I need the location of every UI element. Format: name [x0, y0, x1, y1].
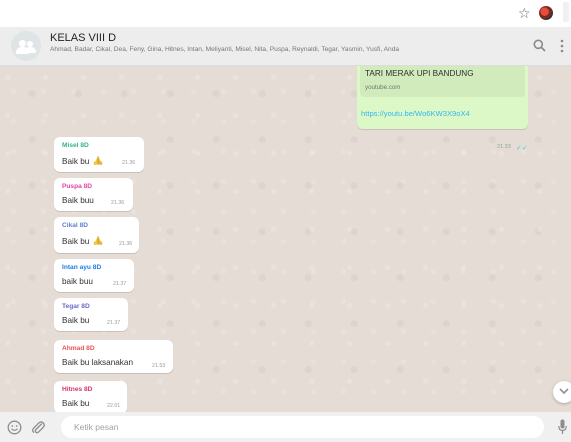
- group-title[interactable]: KELAS VIII D: [50, 32, 116, 44]
- attach-icon[interactable]: [31, 419, 45, 435]
- sender-name: Ahmad 8D: [62, 345, 95, 352]
- outgoing-message[interactable]: TARI MERAK UPI BANDUNG youtube.com https…: [357, 66, 528, 152]
- message-text-content: Baik bu: [62, 237, 90, 246]
- browser-toolbar: ☆: [0, 0, 571, 27]
- message-text: Baik buu: [62, 196, 94, 205]
- chevron-down-icon: [559, 388, 569, 395]
- double-check-icon: ✓✓: [516, 144, 528, 152]
- message-time: 21.37: [107, 320, 121, 326]
- compose-bar: [0, 412, 571, 442]
- browser-menu-edge: [563, 2, 569, 22]
- message-text: Baik bu: [62, 235, 104, 246]
- chat-area: TARI MERAK UPI BANDUNG youtube.com https…: [0, 66, 571, 412]
- extension-avatar-icon[interactable]: [539, 6, 553, 20]
- link-preview[interactable]: TARI MERAK UPI BANDUNG youtube.com: [360, 66, 525, 97]
- group-members-list: Ahmad, Badar, Cikal, Dea, Feny, Gina, Hi…: [50, 46, 400, 53]
- link-preview-domain: youtube.com: [365, 84, 401, 91]
- scroll-down-button[interactable]: [553, 381, 571, 403]
- sender-name: Cikal 8D: [62, 222, 89, 229]
- message-text: Baik bu: [62, 399, 90, 408]
- message-time: 21.37: [113, 281, 127, 287]
- message-bubble[interactable]: Ahmad 8D Baik bu laksanakan 21.53: [54, 340, 173, 373]
- folded-hands-emoji-icon: [93, 156, 103, 165]
- message-text: Baik bu laksanakan: [62, 358, 134, 367]
- sender-name: Hitnes 8D: [62, 386, 93, 393]
- folded-hands-emoji-icon: [93, 236, 103, 245]
- group-avatar-icon[interactable]: [11, 31, 41, 61]
- message-bubble[interactable]: Cikal 8D Baik bu 21.36: [54, 217, 139, 253]
- sender-name: Tegar 8D: [62, 303, 90, 310]
- message-bubble[interactable]: Puspa 8D Baik buu 21.36: [54, 178, 133, 211]
- sender-name: Intan ayu 8D: [62, 264, 102, 271]
- link-preview-title: TARI MERAK UPI BANDUNG: [365, 69, 474, 78]
- message-bubble[interactable]: Tegar 8D Baik bu 21.37: [54, 298, 128, 331]
- message-time: 21.33: [497, 144, 511, 150]
- message-bubble[interactable]: Hitnes 8D Baik bu 22.01: [54, 381, 127, 412]
- message-input[interactable]: [61, 416, 544, 438]
- message-text-content: Baik bu: [62, 157, 90, 166]
- message-time: 22.01: [107, 403, 121, 409]
- message-bubble[interactable]: Misel 8D Baik bu 21.36: [54, 137, 144, 172]
- message-time: 21.36: [111, 200, 125, 206]
- chat-header: KELAS VIII D Ahmad, Badar, Cikal, Dea, F…: [0, 27, 571, 66]
- sender-name: Puspa 8D: [62, 183, 93, 190]
- message-text: baik buu: [62, 277, 93, 286]
- message-text: Baik bu: [62, 155, 104, 166]
- mic-icon[interactable]: [558, 419, 567, 435]
- message-time: 21.53: [152, 363, 166, 369]
- star-outline-icon[interactable]: ☆: [518, 6, 531, 22]
- message-time: 21.36: [122, 160, 136, 166]
- message-time: 21.36: [119, 241, 133, 247]
- emoji-icon[interactable]: [7, 420, 22, 435]
- message-bubble[interactable]: Intan ayu 8D baik buu 21.37: [54, 259, 134, 292]
- search-icon[interactable]: [533, 39, 546, 52]
- message-link[interactable]: https://youtu.be/Wo6KW3X9oX4: [361, 109, 470, 118]
- message-text: Baik bu: [62, 316, 90, 325]
- menu-dots-icon[interactable]: [559, 39, 565, 53]
- sender-name: Misel 8D: [62, 142, 89, 149]
